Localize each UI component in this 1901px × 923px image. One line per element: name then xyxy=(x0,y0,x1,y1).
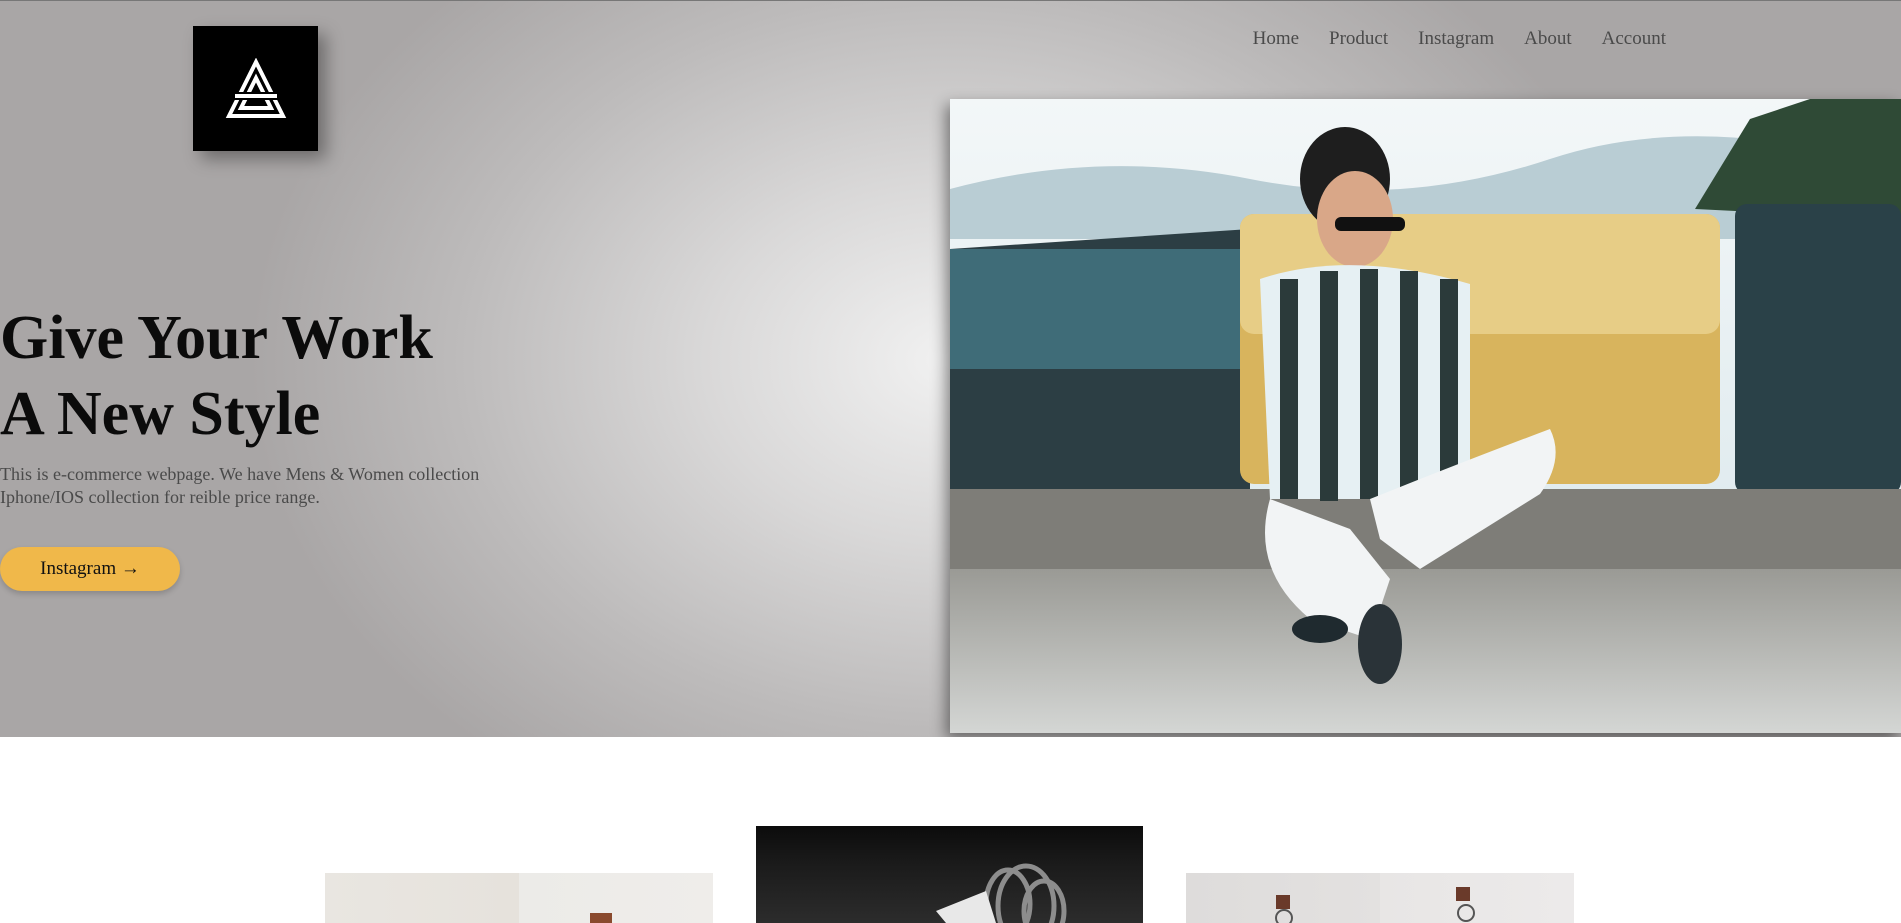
product-image-center xyxy=(936,863,1067,923)
description-line-1: This is e-commerce webpage. We have Mens… xyxy=(0,464,480,484)
site-logo[interactable] xyxy=(193,26,318,151)
hero-section: Home Product Instagram About Account Giv… xyxy=(0,0,1901,737)
headline-line-1: Give Your Work xyxy=(0,304,433,372)
product-thumbnail-right[interactable] xyxy=(1186,873,1574,923)
model-photo-illustration xyxy=(950,99,1901,733)
product-image-right xyxy=(1275,887,1475,923)
nav-account[interactable]: Account xyxy=(1587,24,1681,54)
hero-model-photo xyxy=(950,99,1901,733)
nav-instagram[interactable]: Instagram xyxy=(1403,24,1509,54)
hero-description: This is e-commerce webpage. We have Mens… xyxy=(0,463,560,509)
nav-home[interactable]: Home xyxy=(1238,24,1314,54)
headline-line-2: A New Style xyxy=(0,380,321,448)
hero-headline: Give Your Work A New Style xyxy=(0,300,433,452)
triangle-a-logo-icon xyxy=(225,57,286,118)
description-line-2: Iphone/IOS collection for reible price r… xyxy=(0,487,320,507)
product-thumbnail-left[interactable] xyxy=(325,873,713,923)
main-nav: Home Product Instagram About Account xyxy=(1238,24,1681,54)
top-border xyxy=(0,0,1901,1)
nav-product[interactable]: Product xyxy=(1314,24,1403,54)
product-image-left xyxy=(590,913,612,923)
nav-about[interactable]: About xyxy=(1509,24,1587,54)
instagram-cta-button[interactable]: Instagram → xyxy=(0,547,180,591)
product-thumbnail-center[interactable] xyxy=(756,826,1143,923)
